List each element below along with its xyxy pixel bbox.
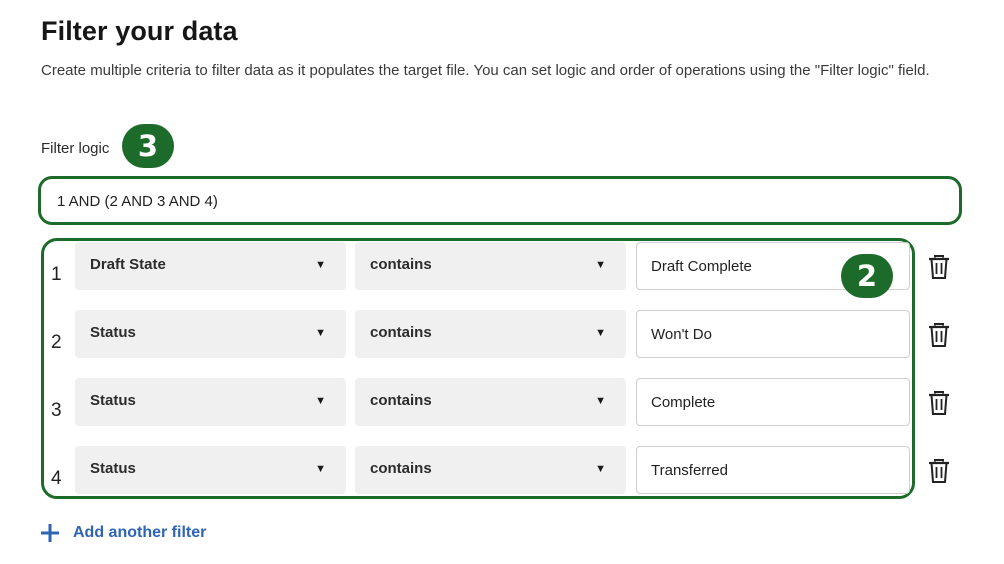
- trash-icon[interactable]: [927, 322, 951, 348]
- step-badge-3: 3: [122, 124, 174, 168]
- filter-value-text: Complete: [651, 394, 716, 411]
- caret-down-icon: ▼: [315, 463, 326, 475]
- operator-select-value: contains: [370, 324, 432, 341]
- filter-value-text: Won't Do: [651, 326, 712, 343]
- add-filter-button[interactable]: Add another filter: [39, 522, 206, 544]
- filter-row: 4 Status ▼ contains ▼ Transferred: [0, 446, 1004, 494]
- filter-value-input[interactable]: Won't Do: [636, 310, 910, 358]
- field-select-value: Draft State: [90, 256, 166, 273]
- caret-down-icon: ▼: [315, 259, 326, 271]
- page-title: Filter your data: [41, 16, 238, 46]
- caret-down-icon: ▼: [595, 259, 606, 271]
- plus-icon: [41, 524, 59, 542]
- caret-down-icon: ▼: [315, 395, 326, 407]
- caret-down-icon: ▼: [595, 463, 606, 475]
- caret-down-icon: ▼: [595, 327, 606, 339]
- step-badge-2: 2: [841, 254, 893, 298]
- filter-row-number: 2: [51, 332, 62, 353]
- filter-logic-input[interactable]: [57, 191, 937, 211]
- filter-logic-label: Filter logic: [41, 140, 110, 157]
- field-select-value: Status: [90, 460, 136, 477]
- filter-row-number: 3: [51, 400, 62, 421]
- field-select[interactable]: Status ▼: [75, 378, 346, 426]
- filter-row-number: 4: [51, 468, 62, 489]
- filter-value-input[interactable]: Transferred: [636, 446, 910, 494]
- field-select[interactable]: Draft State ▼: [75, 242, 346, 290]
- trash-icon[interactable]: [927, 390, 951, 416]
- filter-value-text: Transferred: [651, 462, 728, 479]
- filter-logic-field[interactable]: [38, 176, 962, 225]
- field-select-value: Status: [90, 324, 136, 341]
- operator-select-value: contains: [370, 460, 432, 477]
- caret-down-icon: ▼: [315, 327, 326, 339]
- operator-select-value: contains: [370, 392, 432, 409]
- filter-row: 2 Status ▼ contains ▼ Won't Do: [0, 310, 1004, 358]
- operator-select[interactable]: contains ▼: [355, 310, 626, 358]
- field-select[interactable]: Status ▼: [75, 310, 346, 358]
- caret-down-icon: ▼: [595, 395, 606, 407]
- operator-select-value: contains: [370, 256, 432, 273]
- trash-icon[interactable]: [927, 254, 951, 280]
- add-filter-label: Add another filter: [73, 524, 207, 541]
- operator-select[interactable]: contains ▼: [355, 378, 626, 426]
- page-description: Create multiple criteria to filter data …: [41, 62, 930, 79]
- operator-select[interactable]: contains ▼: [355, 446, 626, 494]
- filter-row: 3 Status ▼ contains ▼ Complete: [0, 378, 1004, 426]
- filter-value-text: Draft Complete: [651, 258, 752, 275]
- field-select-value: Status: [90, 392, 136, 409]
- operator-select[interactable]: contains ▼: [355, 242, 626, 290]
- filter-row-number: 1: [51, 264, 62, 285]
- filter-value-input[interactable]: Complete: [636, 378, 910, 426]
- field-select[interactable]: Status ▼: [75, 446, 346, 494]
- trash-icon[interactable]: [927, 458, 951, 484]
